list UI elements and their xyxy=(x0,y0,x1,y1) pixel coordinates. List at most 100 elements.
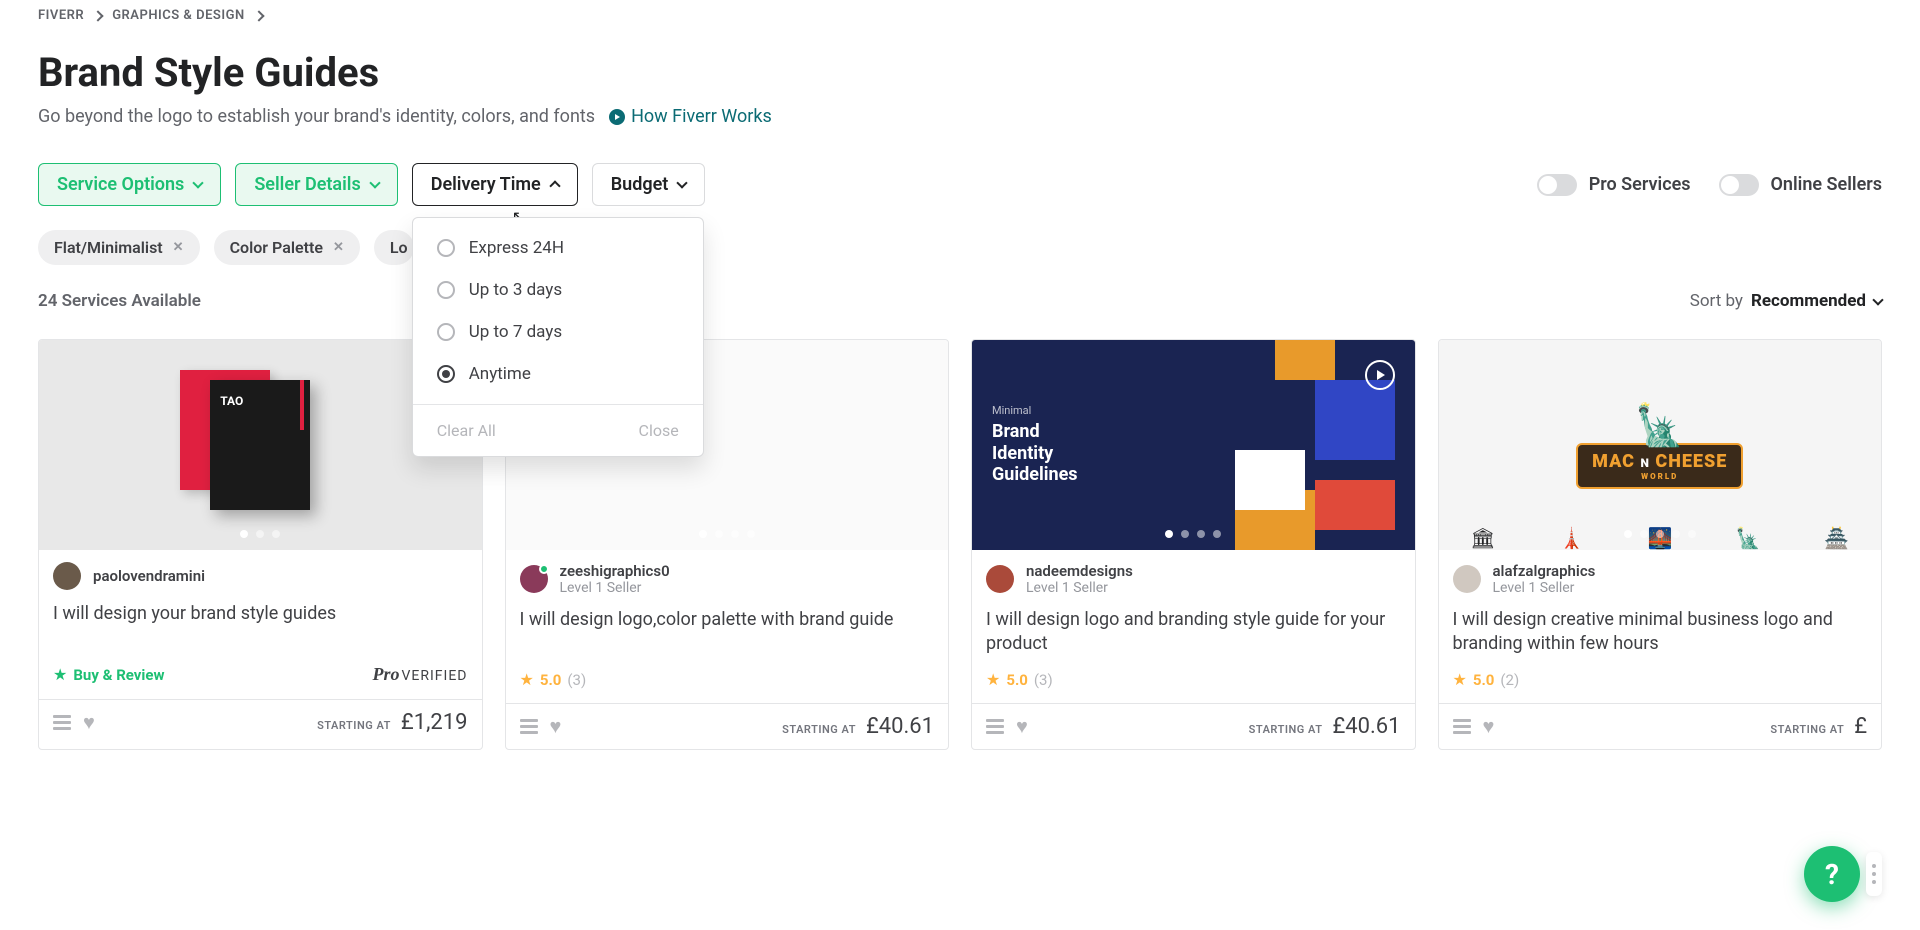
chip-label: Color Palette xyxy=(230,238,323,257)
filter-budget[interactable]: Budget xyxy=(592,163,706,206)
seller-avatar[interactable] xyxy=(986,565,1014,593)
rating-count: (3) xyxy=(567,671,586,689)
rating-count: (2) xyxy=(1500,671,1519,689)
chevron-down-icon xyxy=(677,177,688,188)
thumbnail-graphic xyxy=(210,380,310,510)
toggle-label: Pro Services xyxy=(1589,174,1691,195)
sort-label: Sort by xyxy=(1690,291,1743,311)
online-dot-icon xyxy=(539,564,549,574)
rating-count: (3) xyxy=(1034,671,1053,689)
page-title: Brand Style Guides xyxy=(38,49,1882,96)
seller-avatar[interactable] xyxy=(520,565,548,593)
play-icon[interactable] xyxy=(1365,360,1395,390)
rating-value: 5.0 xyxy=(540,671,562,689)
seller-avatar[interactable] xyxy=(1453,565,1481,593)
sort-value: Recommended xyxy=(1751,291,1866,311)
pro-verified-badge: ProVERIFIED xyxy=(373,664,468,685)
gig-thumbnail[interactable]: Minimal Brand Identity Guidelines xyxy=(972,340,1415,550)
star-icon: ★ xyxy=(1453,670,1467,689)
toggle-pro-services[interactable]: Pro Services xyxy=(1537,174,1691,196)
heart-icon[interactable]: ♥ xyxy=(550,714,562,739)
sort-dropdown[interactable]: Sort by Recommended xyxy=(1690,291,1882,311)
how-fiverr-works-label: How Fiverr Works xyxy=(631,106,772,127)
gig-card[interactable]: 🗽 MAC N CHEESEWORLD 🏛🗼🌉🗽🏯 alafzalgraphic… xyxy=(1438,339,1883,750)
toggle-label: Online Sellers xyxy=(1771,174,1882,195)
filter-label: Budget xyxy=(611,174,669,195)
seller-name[interactable]: nadeemdesigns xyxy=(1026,562,1133,580)
heart-icon[interactable]: ♥ xyxy=(1483,714,1495,739)
seller-level: Level 1 Seller xyxy=(560,580,670,596)
delivery-option-express[interactable]: Express 24H xyxy=(437,238,679,258)
filter-chip-color-palette[interactable]: Color Palette ✕ xyxy=(214,230,360,265)
gig-price: STARTING AT £ xyxy=(1770,714,1867,739)
buy-and-review: Buy & Review xyxy=(73,666,164,684)
breadcrumb: FIVERR GRAPHICS & DESIGN xyxy=(38,8,1882,23)
thumbnail-text: Brand Identity Guidelines xyxy=(992,421,1078,486)
radio-icon xyxy=(437,323,455,341)
help-fab-button[interactable]: ? xyxy=(1804,846,1860,902)
seller-name[interactable]: paolovendramini xyxy=(93,567,205,585)
gig-title[interactable]: I will design your brand style guides xyxy=(39,602,482,664)
chevron-right-icon xyxy=(253,10,264,21)
menu-icon[interactable] xyxy=(520,719,538,734)
seller-avatar[interactable] xyxy=(53,562,81,590)
rating-value: 5.0 xyxy=(1006,671,1028,689)
menu-icon[interactable] xyxy=(1453,719,1471,734)
menu-icon[interactable] xyxy=(53,715,71,730)
close-icon[interactable]: ✕ xyxy=(333,240,344,255)
play-circle-icon xyxy=(609,109,625,125)
chip-label: Flat/Minimalist xyxy=(54,238,163,257)
star-icon: ★ xyxy=(986,670,1000,689)
chevron-up-icon xyxy=(549,180,560,191)
radio-icon xyxy=(437,239,455,257)
breadcrumb-category[interactable]: GRAPHICS & DESIGN xyxy=(112,8,244,23)
radio-label: Up to 7 days xyxy=(469,322,562,342)
delivery-time-dropdown: Express 24H Up to 3 days Up to 7 days xyxy=(412,217,704,457)
gig-title[interactable]: I will design creative minimal business … xyxy=(1439,608,1882,670)
menu-icon[interactable] xyxy=(986,719,1004,734)
page-subtitle: Go beyond the logo to establish your bra… xyxy=(38,106,595,127)
thumbnail-text: Minimal xyxy=(992,404,1078,417)
delivery-option-anytime[interactable]: Anytime xyxy=(437,364,679,384)
delivery-option-7days[interactable]: Up to 7 days xyxy=(437,322,679,342)
seller-name[interactable]: alafzalgraphics xyxy=(1493,562,1596,580)
filter-service-options[interactable]: Service Options xyxy=(38,163,221,206)
rating-value: 5.0 xyxy=(1473,671,1495,689)
filter-label: Service Options xyxy=(57,174,184,195)
gig-title[interactable]: I will design logo and branding style gu… xyxy=(972,608,1415,670)
gig-price: STARTING AT £40.61 xyxy=(1249,714,1401,739)
chevron-down-icon xyxy=(1872,294,1883,305)
gig-thumbnail[interactable]: 🗽 MAC N CHEESEWORLD 🏛🗼🌉🗽🏯 xyxy=(1439,340,1882,550)
dropdown-close[interactable]: Close xyxy=(639,421,679,440)
filter-label: Delivery Time xyxy=(431,174,541,195)
filter-chip-partial[interactable]: Lo xyxy=(374,230,414,265)
seller-name[interactable]: zeeshigraphics0 xyxy=(560,562,670,580)
close-icon[interactable]: ✕ xyxy=(173,240,184,255)
heart-icon[interactable]: ♥ xyxy=(83,710,95,735)
filter-delivery-time[interactable]: Delivery Time xyxy=(412,163,578,206)
radio-label: Anytime xyxy=(469,364,531,384)
breadcrumb-root[interactable]: FIVERR xyxy=(38,8,84,23)
gig-price: STARTING AT £1,219 xyxy=(317,710,467,735)
seller-level: Level 1 Seller xyxy=(1026,580,1133,596)
radio-label: Express 24H xyxy=(469,238,564,258)
filter-seller-details[interactable]: Seller Details xyxy=(235,163,397,206)
chevron-down-icon xyxy=(369,177,380,188)
seller-level: Level 1 Seller xyxy=(1493,580,1596,596)
chevron-down-icon xyxy=(193,177,204,188)
how-fiverr-works-link[interactable]: How Fiverr Works xyxy=(609,106,772,127)
gig-title[interactable]: I will design logo,color palette with br… xyxy=(506,608,949,670)
radio-icon xyxy=(437,281,455,299)
more-options-button[interactable] xyxy=(1866,852,1882,896)
star-icon: ★ xyxy=(53,665,67,684)
gig-card[interactable]: Minimal Brand Identity Guidelines nadeem… xyxy=(971,339,1416,750)
delivery-option-3days[interactable]: Up to 3 days xyxy=(437,280,679,300)
thumbnail-graphic: 🗽 MAC N CHEESEWORLD xyxy=(1576,402,1743,489)
toggle-online-sellers[interactable]: Online Sellers xyxy=(1719,174,1882,196)
toggle-track-icon xyxy=(1537,174,1577,196)
filter-chip-flat-minimalist[interactable]: Flat/Minimalist ✕ xyxy=(38,230,200,265)
chevron-right-icon xyxy=(93,10,104,21)
dropdown-clear-all[interactable]: Clear All xyxy=(437,421,496,440)
heart-icon[interactable]: ♥ xyxy=(1016,714,1028,739)
star-icon: ★ xyxy=(520,670,534,689)
